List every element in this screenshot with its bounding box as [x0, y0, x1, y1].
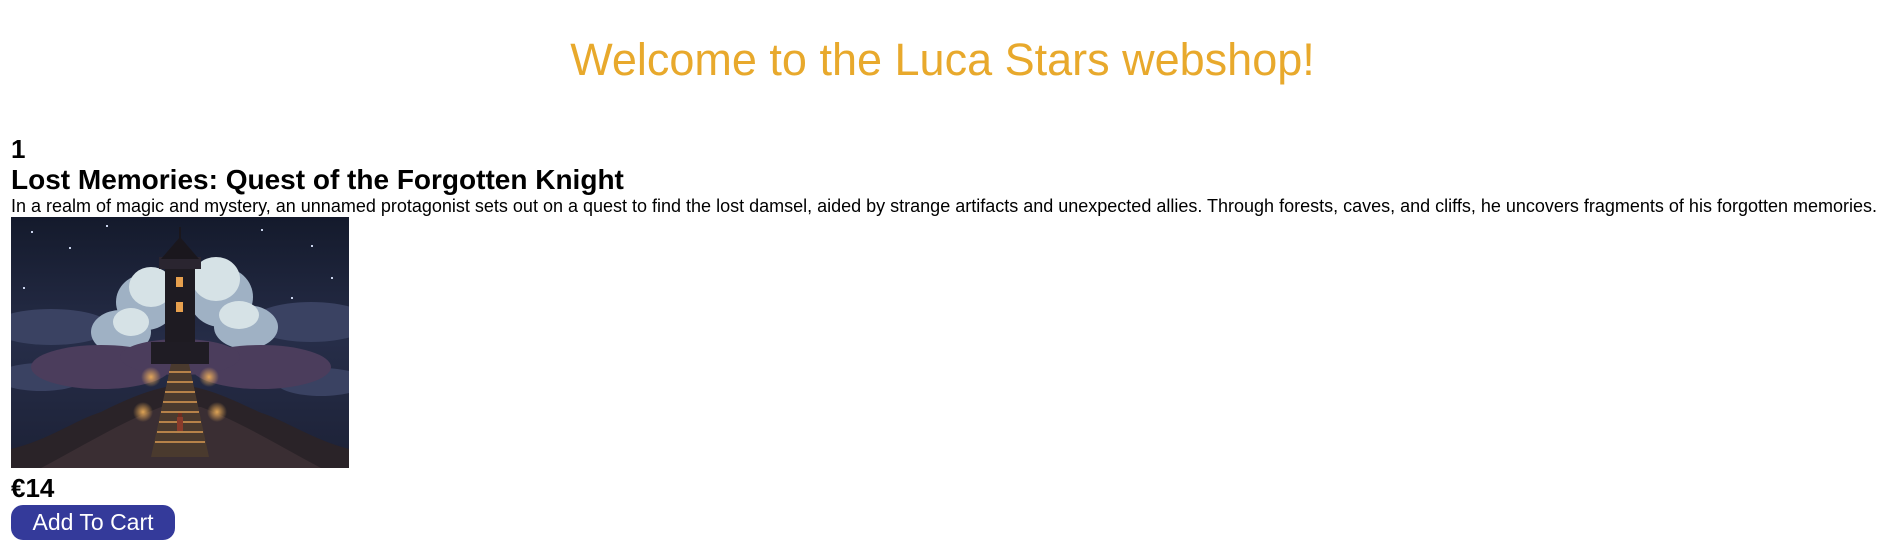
product-id: 1 [11, 134, 26, 164]
page: Welcome to the Luca Stars webshop! 1 Los… [0, 0, 1885, 544]
add-to-cart-button[interactable]: Add To Cart [11, 505, 175, 540]
page-title: Welcome to the Luca Stars webshop! [570, 34, 1315, 85]
product-name: Lost Memories: Quest of the Forgotten Kn… [11, 164, 624, 195]
product-description: In a realm of magic and mystery, an unna… [11, 196, 1878, 216]
product-price: €14 [11, 473, 55, 503]
product-card: 1 Lost Memories: Quest of the Forgotten … [11, 134, 1877, 540]
product-image [11, 217, 349, 468]
